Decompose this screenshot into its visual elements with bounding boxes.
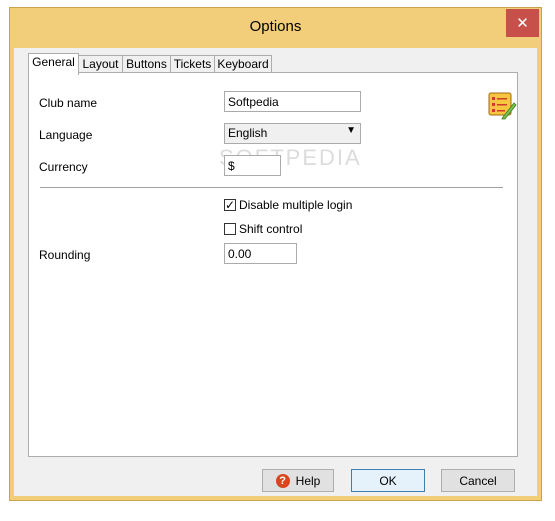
cancel-button[interactable]: Cancel (441, 469, 515, 492)
checklist-pencil-icon (488, 92, 517, 120)
club-name-field[interactable] (224, 91, 361, 112)
rounding-field[interactable] (224, 243, 297, 264)
shift-control-checkbox[interactable]: Shift control (224, 222, 302, 236)
ok-button[interactable]: OK (351, 469, 425, 492)
tab-layout[interactable]: Layout (78, 55, 123, 73)
language-select[interactable]: English ▼ (224, 123, 361, 144)
help-button[interactable]: ? Help (262, 469, 334, 492)
language-label: Language (39, 128, 93, 142)
currency-field[interactable] (224, 155, 281, 176)
dialog-client: General Layout Buttons Tickets Keyboard … (14, 48, 537, 496)
rounding-label: Rounding (39, 248, 91, 262)
cancel-button-label: Cancel (459, 473, 497, 488)
language-value: English (228, 126, 268, 140)
shift-control-label: Shift control (239, 222, 303, 236)
disable-multiple-login-checkbox[interactable]: ✓ Disable multiple login (224, 198, 352, 212)
tab-general[interactable]: General (28, 53, 79, 75)
title-bar[interactable]: Options ✕ (10, 8, 541, 48)
tab-tickets[interactable]: Tickets (170, 55, 215, 73)
club-name-label: Club name (39, 96, 98, 110)
ok-button-label: OK (379, 473, 397, 488)
checkbox-box-unchecked[interactable] (224, 223, 236, 235)
currency-label: Currency (39, 160, 88, 174)
disable-multiple-login-label: Disable multiple login (239, 198, 353, 212)
separator (40, 187, 503, 189)
chevron-down-icon: ▼ (346, 125, 356, 136)
general-panel: SOFTPEDIA Club name Language English ▼ C… (28, 72, 518, 457)
close-button[interactable]: ✕ (506, 9, 539, 37)
tab-keyboard[interactable]: Keyboard (214, 55, 272, 73)
checkbox-box-checked[interactable]: ✓ (224, 199, 236, 211)
help-button-label: Help (295, 473, 321, 488)
close-icon: ✕ (516, 15, 529, 32)
options-window: Options ✕ General Layout Buttons Tickets… (9, 7, 542, 501)
tab-buttons[interactable]: Buttons (122, 55, 171, 73)
window-title: Options (249, 18, 302, 35)
help-icon: ? (275, 473, 290, 488)
